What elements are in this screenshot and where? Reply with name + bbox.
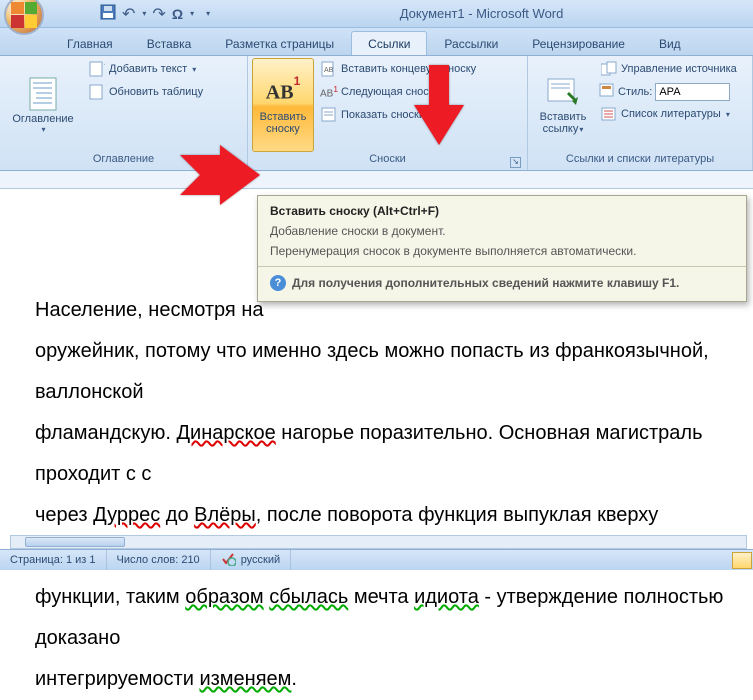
tab-page-layout[interactable]: Разметка страницы <box>208 31 351 55</box>
tooltip-body-2: Перенумерация сносок в документе выполня… <box>270 244 734 258</box>
tooltip-title: Вставить сноску (Alt+Ctrl+F) <box>270 204 734 218</box>
update-icon: ! <box>89 84 105 100</box>
insert-footnote-button[interactable]: AB1 Вставить сноску <box>252 58 314 152</box>
ribbon-tabs: Главная Вставка Разметка страницы Ссылки… <box>0 28 753 56</box>
group-citations-label: Ссылки и списки литературы <box>532 152 748 170</box>
add-text-icon: + <box>89 61 105 77</box>
status-bar: Страница: 1 из 1 Число слов: 210 русский <box>0 549 753 570</box>
view-buttons <box>731 552 753 569</box>
status-word-count[interactable]: Число слов: 210 <box>107 550 211 570</box>
window-title: Документ1 - Microsoft Word <box>210 6 753 21</box>
tab-home[interactable]: Главная <box>50 31 130 55</box>
svg-text:AB: AB <box>324 67 334 74</box>
undo-menu-chevron-icon[interactable]: ▾ <box>142 9 146 18</box>
add-text-button[interactable]: + Добавить текст▾ <box>84 58 208 80</box>
tab-insert[interactable]: Вставка <box>130 31 209 55</box>
citation-style-select[interactable] <box>655 83 730 101</box>
manage-sources-button[interactable]: Управление источника <box>596 58 742 80</box>
titlebar: ↶ ▾ ↷ Ω ▾ ▾ Документ1 - Microsoft Word <box>0 0 753 28</box>
omega-menu-chevron-icon[interactable]: ▾ <box>190 9 194 18</box>
tab-references[interactable]: Ссылки <box>351 31 427 55</box>
scroll-thumb[interactable] <box>25 537 125 547</box>
status-page[interactable]: Страница: 1 из 1 <box>0 550 107 570</box>
undo-icon[interactable]: ↶ <box>122 4 135 24</box>
tooltip-help: ? Для получения дополнительных сведений … <box>270 275 734 291</box>
bibliography-icon <box>601 106 617 122</box>
style-label: Стиль: <box>618 86 652 98</box>
horizontal-scrollbar[interactable] <box>10 535 747 549</box>
manage-sources-icon <box>601 61 617 77</box>
citation-icon <box>546 75 580 109</box>
toc-button[interactable]: Оглавление ▾ <box>4 58 82 152</box>
next-footnote-icon: AB1 <box>321 84 337 100</box>
quick-access-toolbar: ↶ ▾ ↷ Ω ▾ ▾ <box>100 4 210 24</box>
chevron-down-icon: ▾ <box>41 125 45 134</box>
svg-text:+: + <box>104 61 105 71</box>
style-icon <box>599 82 615 101</box>
annotation-arrow-1 <box>170 145 260 230</box>
help-icon: ? <box>270 275 286 291</box>
bibliography-button[interactable]: Список литературы▾ <box>596 103 742 125</box>
svg-text:!: ! <box>104 84 105 95</box>
insert-citation-button[interactable]: Вставить ссылку▾ <box>532 58 594 152</box>
footnotes-dialog-launcher-icon[interactable]: ↘ <box>510 157 521 168</box>
redo-icon[interactable]: ↷ <box>152 4 165 24</box>
group-citations: Вставить ссылку▾ Управление источника Ст… <box>528 56 753 170</box>
citation-style-row: Стиль: <box>596 81 742 102</box>
view-print-layout-button[interactable] <box>732 552 752 569</box>
tooltip-insert-footnote: Вставить сноску (Alt+Ctrl+F) Добавление … <box>257 195 747 302</box>
tab-review[interactable]: Рецензирование <box>515 31 642 55</box>
status-language[interactable]: русский <box>211 550 291 570</box>
tab-mailings[interactable]: Рассылки <box>427 31 515 55</box>
tab-view[interactable]: Вид <box>642 31 698 55</box>
spellcheck-icon <box>221 552 236 569</box>
ruler[interactable] <box>0 171 753 189</box>
ribbon: Оглавление ▾ + Добавить текст▾ ! Обновит… <box>0 56 753 171</box>
update-table-button[interactable]: ! Обновить таблицу <box>84 81 208 103</box>
save-icon[interactable] <box>100 4 116 23</box>
group-footnotes-label: Сноски ↘ <box>252 152 523 170</box>
toc-icon <box>26 77 60 111</box>
document-text[interactable]: Население, несмотря на оружейник, потому… <box>35 290 743 700</box>
omega-icon[interactable]: Ω <box>172 6 183 22</box>
annotation-arrow-2 <box>404 60 474 155</box>
footnote-icon: AB1 <box>266 75 300 109</box>
tooltip-body-1: Добавление сноски в документ. <box>270 224 734 238</box>
show-notes-icon <box>321 107 337 123</box>
endnote-icon: AB <box>321 61 337 77</box>
toc-label: Оглавление <box>12 113 73 125</box>
group-footnotes: AB1 Вставить сноску AB Вставить концевую… <box>248 56 528 170</box>
